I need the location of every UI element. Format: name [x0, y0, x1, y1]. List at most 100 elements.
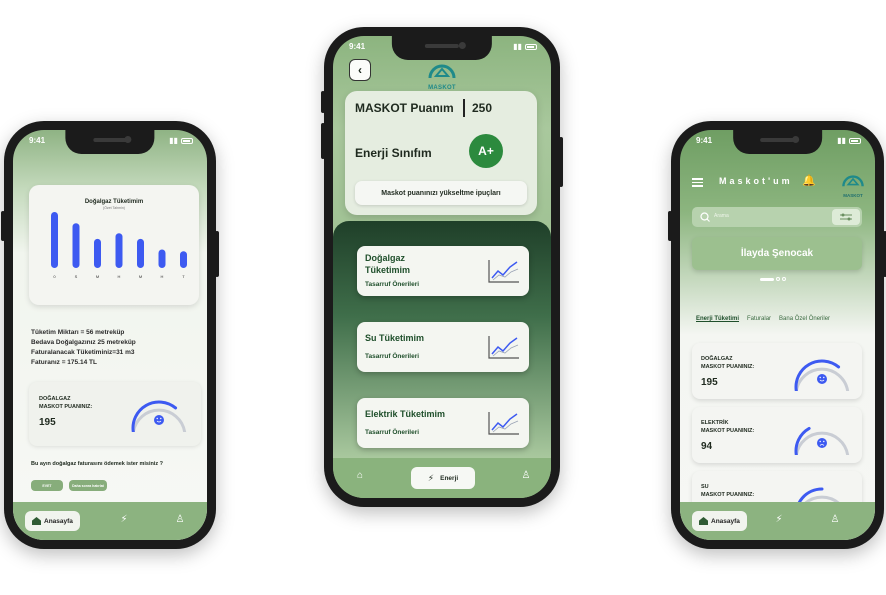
hamburger-menu-icon[interactable] — [692, 178, 703, 189]
score-gauge-icon — [794, 426, 850, 455]
bar-6 — [180, 251, 187, 268]
points-card: MASKOT Puanım 250 Enerji Sınıfım A+ Mask… — [345, 91, 537, 215]
search-icon — [700, 212, 710, 222]
app-title: Maskot'um — [719, 176, 793, 186]
tab-energy-consumption[interactable]: Enerji Tüketimi — [696, 316, 739, 322]
gas-score-card[interactable]: DOĞALGAZ MASKOT PUANINIZ: 195 — [29, 382, 201, 446]
score-gauge-icon — [131, 400, 187, 432]
energy-icon[interactable]: ⚡ — [772, 513, 786, 527]
maskot-logo: MASKOT — [427, 58, 457, 91]
nav-home-label: Anasayfa — [44, 517, 73, 525]
bar-5 — [158, 249, 166, 268]
score-label: MASKOT PUANINIZ: — [701, 428, 755, 434]
status-time: 9:41 — [696, 136, 713, 145]
bar-0 — [51, 212, 58, 268]
bell-icon[interactable]: 🔔 — [802, 174, 816, 187]
score-category: DOĞALGAZ — [39, 396, 71, 402]
bottom-nav: Anasayfa ⚡ ♙ — [680, 502, 875, 540]
bottom-nav: ⌂ ⚡ Enerji ♙ — [333, 458, 551, 498]
free-gas-amount: Bedava Doğalgazınız 25 metreküp — [31, 339, 136, 346]
sliders-icon — [840, 213, 852, 221]
score-gauge-icon — [794, 359, 850, 391]
filter-button[interactable] — [832, 209, 860, 225]
points-title: MASKOT Puanım — [355, 101, 454, 115]
search-input[interactable]: Arama — [714, 213, 729, 219]
nav-home-label: Anasayfa — [711, 517, 740, 525]
bar-4 — [137, 238, 144, 268]
signal-icon: ▮▮ — [513, 42, 522, 51]
tab-recommendations[interactable]: Bana Özel Öneriler — [779, 316, 830, 322]
app-header: Maskot'um 🔔 MASKOT — [692, 174, 865, 198]
trend-chart-icon — [488, 336, 519, 359]
bar-1 — [72, 223, 80, 268]
maskot-logo: MASKOT — [841, 170, 865, 198]
score-value: 195 — [701, 377, 718, 388]
phone-center: 9:41 ▮▮ ‹ MASKOT MASKOT Puanım 250 Enerj… — [321, 27, 563, 507]
gas-score-card[interactable]: DOĞALGAZ MASKOT PUANINIZ: 195 — [692, 343, 862, 399]
back-button[interactable]: ‹ — [349, 59, 371, 81]
user-name-card[interactable]: İlayda Şenocak — [692, 237, 862, 270]
card-title: Doğalgaz — [365, 253, 406, 263]
tick-label-0: 0 — [53, 274, 56, 279]
screen-consumption: 9:41 ▮▮ Doğalgaz Tüketimim (Özet Tahmin)… — [13, 130, 207, 540]
tab-bar: Enerji Tüketimi Faturalar Bana Özel Öner… — [696, 316, 830, 322]
score-category: DOĞALGAZ — [701, 356, 733, 362]
yes-button[interactable]: EVET — [31, 480, 63, 491]
energy-icon[interactable]: ⚡ — [117, 513, 131, 527]
tick-label-3: H — [118, 274, 121, 279]
energy-icon: ⚡ — [427, 472, 435, 483]
profile-icon[interactable]: ♙ — [828, 513, 842, 527]
electricity-consumption-card[interactable]: Elektrik Tüketimim Tasarruf Önerileri — [357, 398, 529, 448]
trend-chart-icon — [488, 260, 519, 283]
water-consumption-card[interactable]: Su Tüketimim Tasarruf Önerileri — [357, 322, 529, 372]
signal-icon: ▮▮ — [169, 136, 178, 145]
energy-class-badge: A+ — [469, 134, 503, 168]
battery-icon — [181, 137, 193, 144]
tick-label-4: M — [139, 274, 142, 279]
home-icon — [699, 517, 708, 525]
carousel-indicator — [760, 277, 786, 281]
card-subtitle: Tasarruf Önerileri — [365, 429, 420, 436]
remind-later-button[interactable]: Daha sonra hatırlat — [69, 480, 107, 491]
bar-2 — [94, 238, 101, 268]
tick-label-1: S — [75, 274, 78, 279]
bill-amount: Faturanız = 175.14 TL — [31, 359, 97, 366]
status-time: 9:41 — [29, 136, 46, 145]
card-subtitle: Tasarruf Önerileri — [365, 353, 420, 360]
bar-3 — [115, 233, 123, 268]
tab-bills[interactable]: Faturalar — [747, 316, 771, 322]
sad-face-icon — [817, 438, 827, 448]
nav-home[interactable]: Anasayfa — [692, 511, 747, 531]
score-value: 94 — [701, 441, 713, 452]
happy-face-icon — [817, 374, 827, 384]
score-label: MASKOT PUANINIZ: — [39, 404, 93, 410]
card-title: Elektrik Tüketimim — [365, 409, 446, 419]
nav-home[interactable]: Anasayfa — [25, 511, 80, 531]
profile-icon[interactable]: ♙ — [173, 513, 187, 527]
search-bar[interactable]: Arama — [692, 207, 862, 227]
card-title: Su Tüketimim — [365, 333, 425, 343]
card-title-line2: Tüketimim — [365, 265, 411, 275]
gas-bar-chart: 0 S M H M H T — [51, 212, 187, 279]
tips-button[interactable]: Maskot puanınızı yükseltme ipuçları — [355, 181, 527, 205]
home-icon — [32, 517, 41, 525]
battery-icon — [525, 43, 537, 50]
gas-consumption-card[interactable]: Doğalgaz Tüketimim Tasarruf Önerileri — [357, 246, 529, 296]
signal-icon: ▮▮ — [837, 136, 846, 145]
screen-home: 9:41 ▮▮ Maskot'um 🔔 MASKOT Arama İlayda … — [680, 130, 875, 540]
nav-energy-label: Enerji — [440, 474, 459, 482]
electricity-score-card[interactable]: ELEKTRİK MASKOT PUANINIZ: 94 — [692, 407, 862, 463]
happy-face-icon — [154, 415, 164, 425]
score-label: MASKOT PUANINIZ: — [701, 364, 755, 370]
card-subtitle: Tasarruf Önerileri — [365, 281, 420, 288]
points-value: 250 — [472, 101, 493, 115]
tick-label-2: M — [96, 274, 99, 279]
screen-points: 9:41 ▮▮ ‹ MASKOT MASKOT Puanım 250 Enerj… — [333, 36, 551, 498]
battery-icon — [849, 137, 861, 144]
profile-icon[interactable]: ♙ — [519, 469, 533, 483]
tick-label-5: H — [161, 274, 164, 279]
home-outline-icon[interactable]: ⌂ — [353, 469, 367, 483]
energy-class-label: Enerji Sınıfım — [355, 146, 432, 160]
phone-right: 9:41 ▮▮ Maskot'um 🔔 MASKOT Arama İlayda … — [668, 121, 886, 549]
nav-energy[interactable]: ⚡ Enerji — [411, 467, 475, 489]
